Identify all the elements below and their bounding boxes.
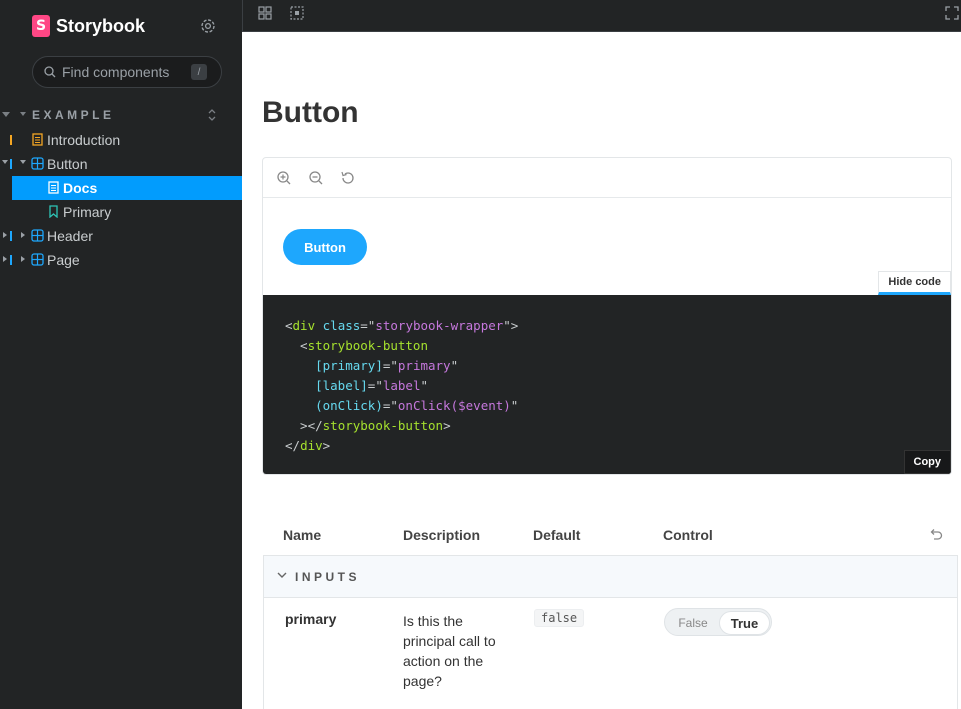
arg-description: Is this the principal call to action on … [403,613,496,689]
code-snippet: <div class="storybook-wrapper"> <storybo… [263,295,951,474]
preview-toolbar [263,158,951,198]
reset-controls-icon[interactable] [928,527,944,543]
chevron-down-icon [20,112,26,116]
chevron-right-icon [21,256,25,262]
column-header-control: Control [663,527,713,543]
page-title: Button [262,96,359,129]
sidebar-item-introduction[interactable]: Introduction [0,128,242,152]
gear-icon[interactable] [199,17,217,35]
sidebar-item-header[interactable]: Header [0,224,242,248]
zoom-out-icon[interactable] [308,170,324,186]
tree-line [10,231,12,241]
column-header-default: Default [533,527,581,543]
sidebar-item-label: Page [47,252,80,268]
zoom-reset-icon[interactable] [340,170,356,186]
sidebar-group-example[interactable]: EXAMPLE [0,106,242,124]
toggle-option-false[interactable]: False [670,613,716,633]
table-row: primary Is this the principal call to ac… [263,597,958,709]
chevron-right-icon [3,256,7,262]
brand-logo[interactable]: S Storybook [32,14,145,38]
storybook-icon: S [32,15,50,37]
section-label: INPUTS [295,570,361,584]
document-icon [32,133,43,146]
sidebar-item-button[interactable]: Button [0,152,242,176]
arg-default-value: false [534,609,585,627]
collapse-caret-icon [2,112,10,117]
sidebar-item-label: Button [47,156,88,172]
outline-icon[interactable] [289,5,305,21]
tree-line [10,255,12,265]
sidebar-item-label: Introduction [47,132,121,148]
copy-button[interactable]: Copy [903,450,951,474]
zoom-in-icon[interactable] [276,170,292,186]
column-header-name: Name [283,527,322,543]
toggle-option-true[interactable]: True [719,611,770,635]
column-header-description: Description [403,527,481,543]
component-icon [31,229,44,242]
search-icon [44,66,56,78]
chevron-right-icon [21,232,25,238]
hide-code-button[interactable]: Hide code [878,271,951,295]
tree-line [10,135,12,145]
component-icon [31,253,44,266]
sidebar-item-docs[interactable]: Docs [12,176,242,200]
sidebar: S Storybook / EXAMPLE Introduction [0,0,242,709]
expand-collapse-icon[interactable] [206,108,218,122]
search-box[interactable]: / [32,56,222,88]
chevron-down-icon [2,160,8,164]
search-shortcut-badge: / [191,64,207,80]
fullscreen-icon[interactable] [944,5,960,21]
component-icon [31,157,44,170]
grid-icon[interactable] [257,5,273,21]
tree-line [10,159,12,169]
canvas-toolbar [242,0,961,32]
chevron-down-icon [277,572,287,578]
bookmark-icon [49,205,58,218]
docs-content: Button Button Hide code <div class="stor… [242,32,961,709]
sidebar-item-label: Docs [63,180,98,196]
sidebar-item-page[interactable]: Page [0,248,242,272]
sidebar-item-label: Primary [63,204,112,220]
inputs-section-toggle[interactable]: INPUTS [263,555,958,597]
sidebar-item-label: Header [47,228,93,244]
chevron-right-icon [3,232,7,238]
group-label: EXAMPLE [32,108,115,122]
boolean-toggle[interactable]: False True [664,608,772,636]
arg-name: primary [285,611,337,627]
search-input[interactable] [62,64,182,80]
chevron-down-icon [20,160,26,164]
brand-name: Storybook [56,15,146,36]
story-preview: Button Hide code <div class="storybook-w… [262,157,952,475]
sidebar-item-primary[interactable]: Primary [0,200,242,224]
document-icon [48,181,59,194]
storybook-button[interactable]: Button [283,229,367,265]
